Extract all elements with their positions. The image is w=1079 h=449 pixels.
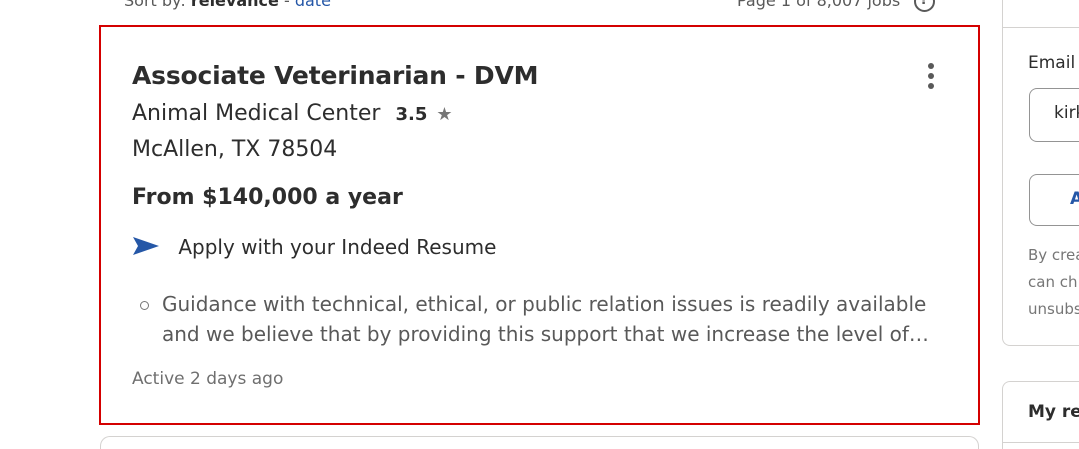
sort-separator: - <box>283 0 290 10</box>
job-snippet: Guidance with technical, ethical, or pub… <box>140 289 960 349</box>
job-salary: From $140,000 a year <box>132 185 403 210</box>
more-vertical-icon[interactable] <box>918 61 944 91</box>
sort-relevance: relevance <box>190 0 279 10</box>
disclaimer-line: can ch <box>1028 273 1078 291</box>
sort-bar: Sort by: relevance - date <box>124 0 331 10</box>
posted-date: Active 2 days ago <box>132 369 284 389</box>
easy-apply-label: Apply with your Indeed Resume <box>178 235 497 259</box>
recent-searches-title: My re <box>1028 402 1079 422</box>
panel-divider <box>1002 0 1079 28</box>
company-name[interactable]: Animal Medical Center <box>132 101 380 126</box>
snippet-text: Guidance with technical, ethical, or pub… <box>162 292 929 346</box>
job-card[interactable]: Associate Veterinarian - DVM Animal Medi… <box>99 25 980 425</box>
company-rating: 3.5 <box>395 104 428 125</box>
sort-date-link[interactable]: date <box>295 0 331 10</box>
email-field[interactable]: kirk <box>1029 88 1079 142</box>
job-search-page: Sort by: relevance - date Page 1 of 8,00… <box>0 0 1079 449</box>
help-circle-icon[interactable] <box>914 0 935 12</box>
disclaimer-line: By crea <box>1028 246 1079 264</box>
circle-bullet-icon <box>140 301 149 310</box>
panel-divider <box>1002 442 1079 443</box>
sort-label: Sort by: <box>124 0 186 10</box>
disclaimer-line: unsubs <box>1028 300 1079 318</box>
alert-disclaimer: By crea can ch unsubs <box>1028 242 1079 323</box>
page-count: Page 1 of 8,007 jobs <box>737 0 901 10</box>
job-location: McAllen, TX 78504 <box>132 137 338 162</box>
job-title[interactable]: Associate Veterinarian - DVM <box>132 61 538 90</box>
star-icon: ★ <box>436 104 453 125</box>
easy-apply-row: Apply with your Indeed Resume <box>132 235 496 259</box>
activate-alert-button[interactable]: A <box>1029 174 1079 226</box>
send-arrow-icon <box>133 237 159 255</box>
company-row: Animal Medical Center 3.5 ★ <box>132 101 452 126</box>
email-label: Email <box>1028 53 1076 73</box>
next-job-card[interactable] <box>100 436 979 449</box>
